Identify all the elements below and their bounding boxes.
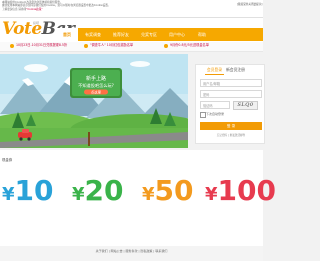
username-field[interactable]: 用户名/邮箱 bbox=[200, 79, 262, 87]
currency-symbol: ¥ bbox=[2, 184, 15, 205]
nav-item-user-center[interactable]: 用户中心 bbox=[164, 28, 190, 41]
banner-subline: 不知道投吧怎么玩? bbox=[78, 82, 114, 89]
password-field[interactable]: 密码 bbox=[200, 90, 262, 98]
cookie-text: 本网站使用Cookie以改善您的浏览体验和提供服务。 继续使用本网站即表示您同意… bbox=[2, 1, 220, 11]
footer-links[interactable]: 关于我们 | 网站公告 | 服务条款 | 隐私政策 | 联系我们 bbox=[0, 249, 263, 253]
captcha-field[interactable]: 验证码 bbox=[200, 101, 230, 109]
voucher-50[interactable]: ¥50 bbox=[142, 177, 194, 209]
ticker-item[interactable]: 10月23日-10月31日兑现提现8.5折 bbox=[16, 43, 67, 48]
voucher-10[interactable]: ¥10 bbox=[2, 177, 54, 209]
banner-illustration[interactable]: 新手上路 不知道投吧怎么玩? 点这里 bbox=[0, 54, 188, 148]
currency-symbol: ¥ bbox=[142, 184, 155, 205]
captcha-image[interactable]: SLQ0 bbox=[233, 101, 258, 110]
login-help-links[interactable]: 忘记密码 | 重发激活邮件 bbox=[200, 133, 262, 137]
login-button[interactable]: 登 录 bbox=[200, 122, 262, 130]
cookie-accept-button[interactable]: [我接受并关闭此提示] bbox=[237, 2, 262, 6]
banner-headline: 新手上路 bbox=[86, 75, 106, 82]
nav-item-home[interactable]: 首页 bbox=[56, 28, 78, 41]
megaphone-icon bbox=[84, 44, 88, 48]
voucher-value: 20 bbox=[84, 174, 124, 207]
remember-label: 下次自动登录 bbox=[206, 112, 225, 116]
nav-item-help[interactable]: 帮助 bbox=[192, 28, 212, 41]
ticker-item[interactable]: 9月份0.8元/5元送现金名单 bbox=[170, 43, 209, 48]
nav-item-redeem[interactable]: 兑奖专区 bbox=[136, 28, 162, 41]
cookie-policy-link[interactable]: "Cookie政策" bbox=[26, 8, 42, 11]
tab-register[interactable]: 新会员注册 bbox=[226, 66, 245, 74]
banner-cta-button[interactable]: 点这里 bbox=[91, 89, 102, 94]
tab-login[interactable]: 会员登录 bbox=[205, 66, 224, 75]
currency-symbol: ¥ bbox=[72, 184, 85, 205]
voucher-value: 10 bbox=[14, 174, 54, 207]
voucher-value: 50 bbox=[154, 174, 194, 207]
voucher-20[interactable]: ¥20 bbox=[72, 177, 124, 209]
cookie-message: 本网站使用Cookie以改善您的浏览体验和提供服务。 继续使用本网站即表示您同意… bbox=[2, 1, 111, 11]
megaphone-icon bbox=[164, 44, 168, 48]
nav-item-surveys[interactable]: 有奖调查 bbox=[80, 28, 106, 41]
nav-item-referral[interactable]: 推荐好友 bbox=[108, 28, 134, 41]
logo-subtitle: 投吧 bbox=[33, 21, 40, 25]
voucher-100[interactable]: ¥100 bbox=[205, 177, 276, 209]
ticker-item[interactable]: "调查牛人" 10月红包奖励名单 bbox=[90, 43, 133, 48]
megaphone-icon bbox=[10, 44, 14, 48]
currency-symbol: ¥ bbox=[205, 184, 218, 205]
voucher-value: 100 bbox=[217, 174, 276, 207]
section-title: 现金券 bbox=[2, 158, 13, 162]
